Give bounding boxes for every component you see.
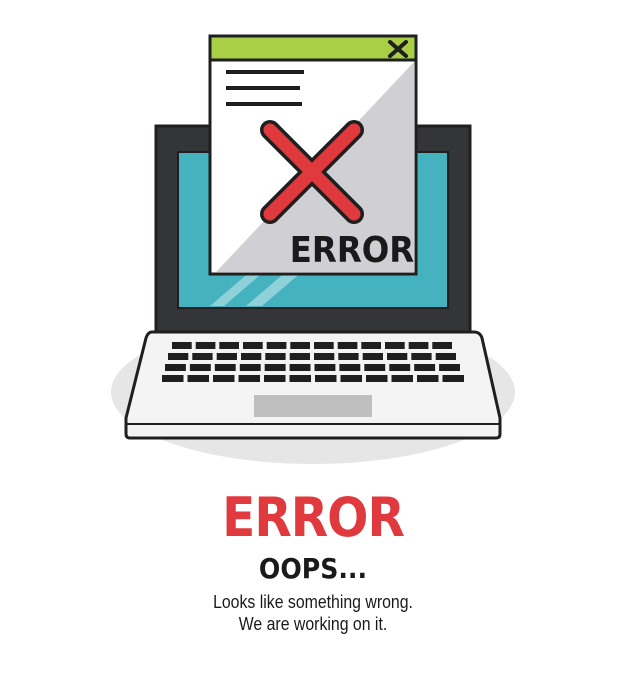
keyboard-key (243, 342, 263, 349)
keyboard-key (340, 375, 362, 382)
keyboard-key (385, 342, 405, 349)
keyboard-key (366, 375, 388, 382)
keyboard-key (241, 353, 262, 360)
keyboard-key (361, 342, 381, 349)
keyboard-key (172, 342, 192, 349)
error-message-line-1: Looks like something wrong. (213, 592, 413, 612)
keyboard-key (266, 342, 287, 349)
keyboard-key (314, 364, 336, 371)
keyboard-key (435, 353, 456, 360)
keyboard-key (315, 375, 337, 382)
keyboard-key (387, 353, 408, 360)
keyboard-key (411, 353, 432, 360)
keyboard-key (338, 353, 359, 360)
error-illustration-page: ERROR ERROR OOPS... Looks like something… (0, 0, 626, 675)
keyboard-key (314, 342, 334, 349)
trackpad (254, 395, 372, 417)
keyboard-key (213, 375, 235, 382)
keyboard-key (439, 364, 460, 371)
keyboard-key (289, 353, 310, 360)
error-heading: ERROR (222, 486, 405, 549)
keyboard-key (432, 342, 452, 349)
oops-subheading: OOPS... (258, 552, 368, 585)
keyboard-key (216, 353, 237, 360)
keyboard-key (189, 364, 211, 371)
keyboard-key (214, 364, 236, 371)
keyboard-key (195, 342, 216, 349)
keyboard-key (192, 353, 213, 360)
keyboard-key (165, 364, 186, 371)
keyboard-key (391, 375, 413, 382)
keyboard-key (168, 353, 189, 360)
error-message-line-2: We are working on it. (238, 614, 388, 634)
keyboard-key (389, 364, 411, 371)
keyboard-key (362, 353, 383, 360)
keyboard-key (239, 364, 261, 371)
error-window-titlebar (208, 34, 418, 62)
keyboard-key (162, 375, 184, 382)
keyboard-key (264, 375, 286, 382)
keyboard-key (289, 364, 311, 371)
keyboard-key (337, 342, 358, 349)
window-error-label: ERROR (290, 230, 415, 271)
keyboard-key (442, 375, 464, 382)
keyboard-key (289, 375, 311, 382)
keyboard-key (417, 375, 439, 382)
keyboard-key (408, 342, 429, 349)
keyboard-key (290, 342, 310, 349)
keyboard-key (264, 364, 286, 371)
keyboard-key (265, 353, 286, 360)
keyboard-key (339, 364, 361, 371)
keyboard-key (314, 353, 335, 360)
keyboard-key (187, 375, 209, 382)
keyboard-key (364, 364, 386, 371)
keyboard-key (414, 364, 436, 371)
keyboard-key (219, 342, 239, 349)
keyboard-key (238, 375, 260, 382)
